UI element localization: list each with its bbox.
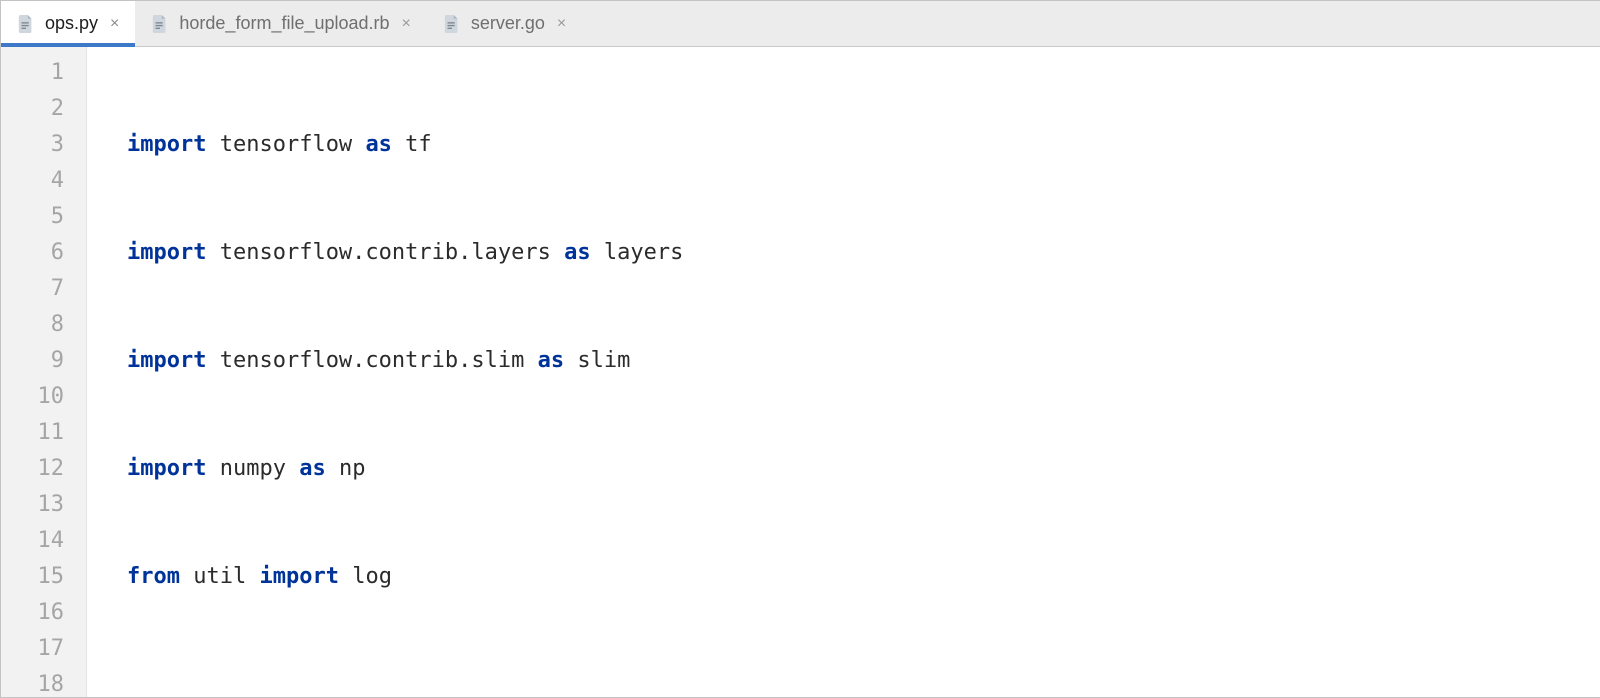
code-line: import tensorflow.contrib.layers as laye… bbox=[127, 235, 1600, 271]
line-number: 10 bbox=[1, 379, 64, 415]
tab-bar: ops.py × horde_form_file_upload.rb × ser… bbox=[1, 1, 1600, 47]
line-number: 16 bbox=[1, 595, 64, 631]
line-number: 14 bbox=[1, 523, 64, 559]
line-number: 7 bbox=[1, 271, 64, 307]
line-number: 2 bbox=[1, 91, 64, 127]
line-number: 8 bbox=[1, 307, 64, 343]
code-area: 1 2 3 4 5 6 7 8 9 10 11 12 13 14 15 16 1… bbox=[1, 47, 1600, 697]
line-number: 11 bbox=[1, 415, 64, 451]
code-line: import tensorflow.contrib.slim as slim bbox=[127, 343, 1600, 379]
line-number: 12 bbox=[1, 451, 64, 487]
code-line: import tensorflow as tf bbox=[127, 127, 1600, 163]
code-line: from util import log bbox=[127, 559, 1600, 595]
line-number: 5 bbox=[1, 199, 64, 235]
line-number: 18 bbox=[1, 667, 64, 697]
tab-label: server.go bbox=[471, 13, 545, 34]
file-icon bbox=[151, 15, 169, 33]
close-icon[interactable]: × bbox=[108, 15, 121, 33]
gutter: 1 2 3 4 5 6 7 8 9 10 11 12 13 14 15 16 1… bbox=[1, 47, 87, 697]
tab-ops-py[interactable]: ops.py × bbox=[1, 1, 135, 46]
line-number: 9 bbox=[1, 343, 64, 379]
line-number: 6 bbox=[1, 235, 64, 271]
line-number: 4 bbox=[1, 163, 64, 199]
code-line bbox=[127, 667, 1600, 697]
line-number: 1 bbox=[1, 55, 64, 91]
code-line: import numpy as np bbox=[127, 451, 1600, 487]
line-number: 17 bbox=[1, 631, 64, 667]
line-number: 3 bbox=[1, 127, 64, 163]
file-icon bbox=[443, 15, 461, 33]
line-number: 13 bbox=[1, 487, 64, 523]
file-icon bbox=[17, 15, 35, 33]
tab-server-go[interactable]: server.go × bbox=[427, 1, 582, 46]
line-number: 15 bbox=[1, 559, 64, 595]
code-editor[interactable]: import tensorflow as tf import tensorflo… bbox=[87, 47, 1600, 697]
tab-label: horde_form_file_upload.rb bbox=[179, 13, 389, 34]
close-icon[interactable]: × bbox=[400, 15, 413, 33]
editor-root: ops.py × horde_form_file_upload.rb × ser… bbox=[0, 0, 1600, 698]
tab-label: ops.py bbox=[45, 13, 98, 34]
tab-horde-form-file-upload-rb[interactable]: horde_form_file_upload.rb × bbox=[135, 1, 426, 46]
close-icon[interactable]: × bbox=[555, 15, 568, 33]
